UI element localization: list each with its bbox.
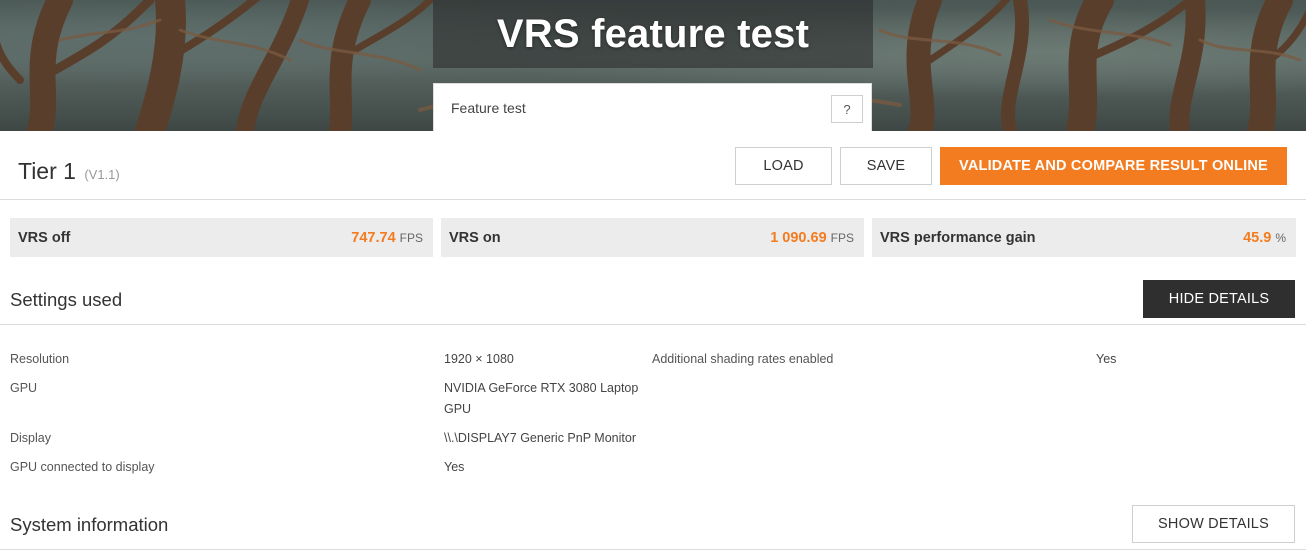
score-card-performance-gain: VRS performance gain 45.9% — [872, 218, 1296, 257]
help-button[interactable]: ? — [831, 95, 863, 123]
score-value: 747.74 — [351, 229, 396, 246]
setting-key-gpu: GPU — [10, 381, 38, 395]
score-unit: FPS — [830, 230, 854, 245]
system-section-title: System information — [10, 514, 169, 535]
hide-details-button[interactable]: HIDE DETAILS — [1143, 280, 1295, 318]
feature-test-label: Feature test — [451, 100, 526, 116]
setting-value-gpu-connected: Yes — [444, 460, 465, 474]
header-banner: VRS feature test Feature test ? — [0, 0, 1306, 131]
feature-test-select[interactable]: Feature test ? — [433, 83, 872, 131]
setting-value-resolution: 1920 × 1080 — [444, 352, 514, 366]
score-name: VRS on — [449, 229, 501, 246]
setting-value-shading-rates: Yes — [1096, 352, 1117, 366]
result-title: Tier 1 (V1.1) — [18, 158, 120, 185]
score-value-group: 747.74 FPS — [351, 229, 423, 247]
score-value: 45.9 — [1243, 229, 1272, 246]
divider — [0, 324, 1306, 325]
score-unit: FPS — [399, 230, 423, 245]
score-value: 1 090.69 — [770, 229, 827, 246]
setting-value-display: \\.\DISPLAY7 Generic PnP Monitor — [444, 431, 636, 445]
score-unit: % — [1275, 230, 1286, 245]
divider — [0, 199, 1306, 200]
load-button[interactable]: LOAD — [735, 147, 832, 185]
setting-key-gpu-connected: GPU connected to display — [10, 460, 155, 474]
score-value-group: 45.9% — [1243, 229, 1286, 247]
setting-key-display: Display — [10, 431, 51, 445]
page-title: VRS feature test — [496, 12, 810, 56]
save-button[interactable]: SAVE — [840, 147, 932, 185]
show-details-button[interactable]: SHOW DETAILS — [1132, 505, 1295, 543]
score-value-group: 1 090.69 FPS — [770, 229, 854, 247]
validate-compare-button[interactable]: VALIDATE AND COMPARE RESULT ONLINE — [940, 147, 1287, 185]
tier-label: Tier 1 — [18, 158, 76, 184]
setting-key-shading-rates: Additional shading rates enabled — [652, 352, 834, 366]
score-name: VRS performance gain — [880, 229, 1036, 246]
divider — [0, 549, 1306, 550]
score-name: VRS off — [18, 229, 71, 246]
settings-section-title: Settings used — [10, 289, 123, 310]
setting-key-resolution: Resolution — [10, 352, 70, 366]
score-card-vrs-on: VRS on 1 090.69 FPS — [441, 218, 864, 257]
setting-value-gpu: NVIDIA GeForce RTX 3080 Laptop GPU — [444, 381, 639, 416]
version-label: (V1.1) — [84, 167, 120, 182]
score-card-vrs-off: VRS off 747.74 FPS — [10, 218, 433, 257]
